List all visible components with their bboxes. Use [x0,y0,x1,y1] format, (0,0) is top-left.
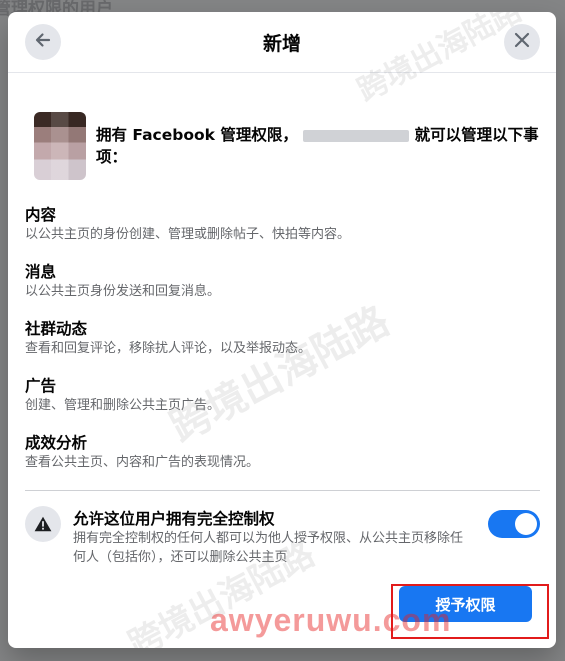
permission-desc: 查看和回复评论，移除扰人评论，以及举报动态。 [25,341,312,356]
permission-desc: 以公共主页的身份创建、管理或删除帖子、快拍等内容。 [25,227,351,242]
permission-item: 广告 创建、管理和删除公共主页广告。 [25,375,535,432]
permission-desc: 查看公共主页、内容和广告的表现情况。 [25,455,260,470]
permission-desc: 以公共主页身份发送和回复消息。 [25,284,221,299]
add-admin-dialog: 新增 拥有 Facebook 管理权限， 就可以管理以下事项： 内容 以公共主页… [8,12,556,648]
intro-text: 拥有 Facebook 管理权限， 就可以管理以下事项： [96,124,544,168]
permission-list: 内容 以公共主页的身份创建、管理或删除帖子、快拍等内容。 消息 以公共主页身份发… [25,204,535,489]
avatar [34,112,86,180]
intro-text-before: 拥有 Facebook 管理权限， [96,126,298,144]
permission-title: 成效分析 [25,434,88,452]
divider [25,490,540,491]
warning-icon [25,506,61,542]
close-button[interactable] [504,24,540,60]
permission-title: 社群动态 [25,320,88,338]
permission-item: 内容 以公共主页的身份创建、管理或删除帖子、快拍等内容。 [25,204,535,261]
dialog-header: 新增 [8,12,556,73]
permission-desc: 创建、管理和删除公共主页广告。 [25,398,221,413]
permission-title: 广告 [25,377,57,395]
permission-item: 消息 以公共主页身份发送和回复消息。 [25,261,535,318]
permission-item: 成效分析 查看公共主页、内容和广告的表现情况。 [25,432,535,489]
close-icon [513,31,531,53]
watermark-site: awyeruwu.com [210,602,452,638]
dialog-title: 新增 [262,33,301,55]
full-control-toggle[interactable] [488,510,540,538]
full-control-row: 允许这位用户拥有完全控制权 拥有完全控制权的任何人都可以为他人授予权限、从公共主… [25,506,540,576]
permission-item: 社群动态 查看和回复评论，移除扰人评论，以及举报动态。 [25,318,535,375]
toggle-knob [515,513,537,535]
full-control-title: 允许这位用户拥有完全控制权 [73,510,275,528]
permission-title: 消息 [25,263,57,281]
full-control-desc: 拥有完全控制权的任何人都可以为他人授予权限、从公共主页移除任何人（包括你），还可… [73,531,464,565]
intro-section: 拥有 Facebook 管理权限， 就可以管理以下事项： [34,112,544,192]
redacted-name [303,129,410,142]
permission-title: 内容 [25,206,57,224]
